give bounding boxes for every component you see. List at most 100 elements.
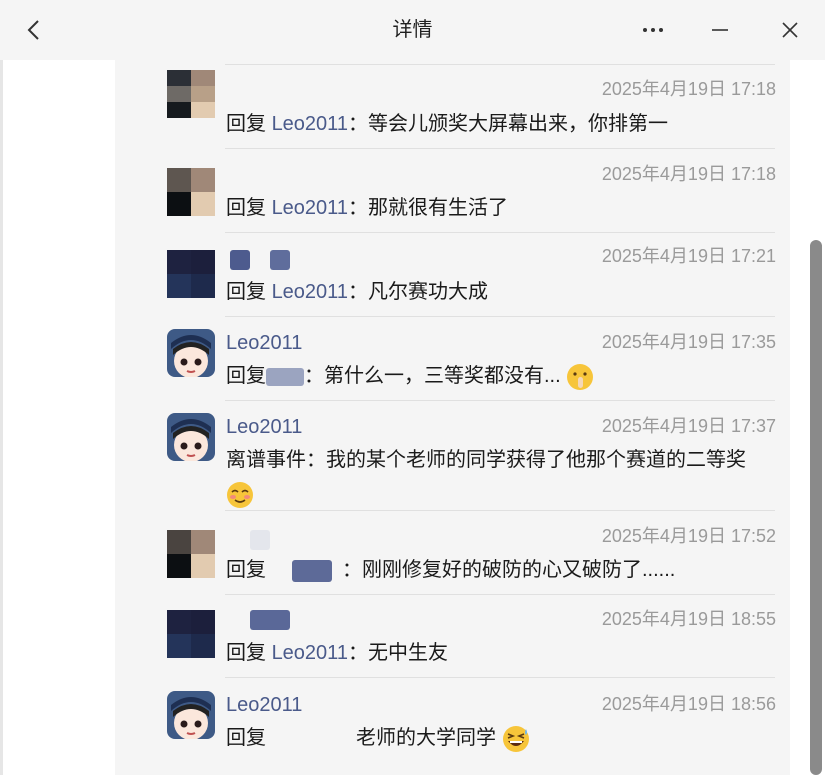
avatar-pixel xyxy=(191,554,215,578)
avatar-pixel xyxy=(167,610,191,634)
comment-time: 2025年4月19日 17:18 xyxy=(601,79,776,99)
comment-text: 离谱事件：我的某个老师的同学获得了他那个赛道的二等奖 xyxy=(226,449,746,471)
detail-window: 详情 2025年4月19日 17:18 回复 Leo2011：等会儿颁奖大屏幕出… xyxy=(0,0,825,775)
comment-content: 离谱事件：我的某个老师的同学获得了他那个赛道的二等奖 xyxy=(226,445,781,475)
blurred-name xyxy=(270,250,290,270)
blurred-name xyxy=(250,610,290,630)
comment-list[interactable]: 2025年4月19日 17:18 回复 Leo2011：等会儿颁奖大屏幕出来，你… xyxy=(115,60,790,775)
title-bar: 详情 xyxy=(0,0,825,60)
reply-prefix: 回复 xyxy=(226,642,266,664)
comment-content: 回复 Leo2011：等会儿颁奖大屏幕出来，你排第一 xyxy=(226,109,781,139)
avatar[interactable] xyxy=(167,691,215,739)
left-background xyxy=(0,60,115,775)
avatar-pixel xyxy=(191,168,215,192)
avatar-pixel xyxy=(191,634,215,658)
comment-item[interactable]: 2025年4月19日 17:52 回复 ：刚刚修复好的破防的心又破防了...... xyxy=(115,526,790,600)
chevron-left-icon xyxy=(27,20,39,40)
comment-content: 回复 老师的大学同学 xyxy=(226,723,781,753)
avatar-pixel xyxy=(167,70,191,86)
comment-time: 2025年4月19日 18:56 xyxy=(601,694,776,714)
blurred-name xyxy=(230,250,250,270)
avatar-pixel xyxy=(191,70,215,86)
mention-link[interactable]: Leo2011 xyxy=(272,113,348,135)
comment-time: 2025年4月19日 17:21 xyxy=(601,246,776,266)
mention-link[interactable]: Leo2011 xyxy=(272,281,348,303)
comment-text: ：无中生友 xyxy=(347,642,448,664)
comment-time: 2025年4月19日 17:18 xyxy=(601,164,776,184)
avatar-pixel xyxy=(167,192,191,216)
blurred-mention xyxy=(292,559,332,582)
comment-time: 2025年4月19日 17:52 xyxy=(601,526,776,546)
comment-item[interactable]: 2025年4月19日 17:18 回复 Leo2011：等会儿颁奖大屏幕出来，你… xyxy=(115,70,790,154)
comment-item[interactable]: 2025年4月19日 17:18 回复 Leo2011：那就很有生活了 xyxy=(115,164,790,238)
anime-avatar-icon xyxy=(167,691,215,739)
divider xyxy=(225,64,775,65)
avatar-pixel xyxy=(167,530,191,554)
avatar-pixel xyxy=(167,274,191,298)
avatar-pixel xyxy=(191,530,215,554)
anime-avatar-icon xyxy=(167,329,215,377)
avatar-pixel xyxy=(191,250,215,274)
blush-emoji-icon xyxy=(227,482,253,508)
comment-time: 2025年4月19日 18:55 xyxy=(601,609,776,629)
comment-text: ：那就很有生活了 xyxy=(347,197,508,219)
avatar-pixel xyxy=(167,634,191,658)
avatar[interactable] xyxy=(167,413,215,461)
close-button[interactable] xyxy=(770,10,810,50)
more-button[interactable] xyxy=(633,10,673,50)
comment-text: 老师的大学同学 xyxy=(356,727,496,749)
avatar[interactable] xyxy=(167,329,215,377)
comment-time: 2025年4月19日 17:35 xyxy=(601,332,776,352)
avatar-pixel xyxy=(167,554,191,578)
comment-content: 回复 Leo2011：无中生友 xyxy=(226,638,781,668)
comment-author[interactable]: Leo2011 xyxy=(226,413,302,441)
scrollbar-thumb[interactable] xyxy=(810,240,822,775)
avatar-pixel xyxy=(191,102,215,118)
comment-author[interactable]: Leo2011 xyxy=(226,329,302,357)
comment-item[interactable]: 2025年4月19日 18:55 回复 Leo2011：无中生友 xyxy=(115,609,790,680)
avatar-pixel xyxy=(191,192,215,216)
reply-prefix: 回复 xyxy=(226,559,266,581)
comment-content: 回复 ：刚刚修复好的破防的心又破防了...... xyxy=(226,555,781,585)
divider xyxy=(225,400,775,401)
avatar[interactable] xyxy=(167,70,215,118)
mention-link[interactable]: Leo2011 xyxy=(272,642,348,664)
comment-time: 2025年4月19日 17:37 xyxy=(601,416,776,436)
shush-emoji-icon xyxy=(567,363,594,390)
avatar-pixel xyxy=(167,86,191,102)
reply-prefix: 回复 xyxy=(226,113,266,135)
mention-link[interactable]: Leo2011 xyxy=(272,197,348,219)
close-icon xyxy=(782,22,798,38)
blurred-mention xyxy=(266,367,304,386)
avatar-pixel xyxy=(191,610,215,634)
comment-text: ：刚刚修复好的破防的心又破防了...... xyxy=(342,559,676,581)
avatar[interactable] xyxy=(167,168,215,216)
avatar-pixel xyxy=(191,86,215,102)
comment-content: 回复 Leo2011：凡尔赛功大成 xyxy=(226,277,781,307)
blurred-name xyxy=(250,530,270,550)
comment-author[interactable]: Leo2011 xyxy=(226,691,302,719)
minimize-icon xyxy=(712,29,728,31)
comment-content: 回复 Leo2011：那就很有生活了 xyxy=(226,193,781,223)
divider xyxy=(225,316,775,317)
avatar-pixel xyxy=(167,168,191,192)
comment-item[interactable]: 2025年4月19日 17:21 回复 Leo2011：凡尔赛功大成 xyxy=(115,246,790,320)
avatar[interactable] xyxy=(167,250,215,298)
avatar[interactable] xyxy=(167,530,215,578)
anime-avatar-icon xyxy=(167,413,215,461)
comment-text: ：等会儿颁奖大屏幕出来，你排第一 xyxy=(347,113,668,135)
avatar-pixel xyxy=(167,250,191,274)
comment-item[interactable]: Leo2011 2025年4月19日 18:56 回复 老师的大学同学 xyxy=(115,690,790,770)
divider xyxy=(225,232,775,233)
back-button[interactable] xyxy=(14,10,54,50)
avatar[interactable] xyxy=(167,610,215,658)
reply-prefix: 回复 xyxy=(226,727,266,749)
comment-item[interactable]: Leo2011 2025年4月19日 17:37 离谱事件：我的某个老师的同学获… xyxy=(115,412,790,512)
comment-item[interactable]: Leo2011 2025年4月19日 17:35 回复 ：第什么一，三等奖都没有.… xyxy=(115,328,790,398)
minimize-button[interactable] xyxy=(700,10,740,50)
reply-prefix: 回复 xyxy=(226,365,266,387)
more-horizontal-icon xyxy=(643,28,663,32)
reply-prefix: 回复 xyxy=(226,197,266,219)
avatar-pixel xyxy=(191,274,215,298)
divider xyxy=(225,510,775,511)
